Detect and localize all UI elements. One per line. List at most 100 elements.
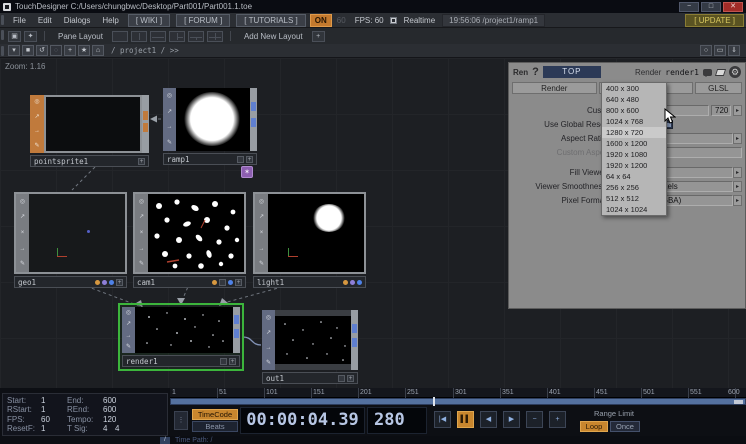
loop-button[interactable]: Loop [580, 421, 608, 432]
pane-dropdown-icon[interactable]: ⇓ [728, 45, 740, 56]
viewer-flag-icon[interactable]: ◎ [167, 93, 172, 99]
expand-parameters-button[interactable]: + [235, 279, 242, 286]
layout-preset-left-split[interactable] [169, 31, 185, 42]
stop-icon[interactable]: ■ [22, 45, 34, 56]
forum-button[interactable]: [ FORUM ] [176, 14, 230, 27]
node-flag-column[interactable]: ◎ ↗ × → ✎ [16, 194, 29, 272]
once-button[interactable]: Once [610, 421, 640, 432]
realtime-checkbox[interactable] [390, 17, 397, 24]
tempo-value[interactable]: 120 [103, 415, 125, 424]
op-name-field[interactable]: render1 [665, 68, 699, 77]
favorite-icon[interactable]: ★ [78, 45, 90, 56]
pane-window-icon[interactable]: ▣ [8, 31, 21, 42]
sync-icon[interactable]: ○ [50, 45, 62, 56]
node-name-bar[interactable]: ramp1 + [163, 153, 257, 165]
menu-item-400x300[interactable]: 400 x 300 [602, 83, 666, 94]
add-icon[interactable]: + [64, 45, 76, 56]
menu-item-1024x1024[interactable]: 1024 x 1024 [602, 204, 666, 215]
menu-item-256x256[interactable]: 256 x 256 [602, 182, 666, 193]
node-name-bar[interactable]: render1 + [122, 355, 240, 367]
output-connector[interactable] [251, 102, 256, 111]
comment-icon[interactable] [703, 69, 712, 76]
end-value[interactable]: 600 [103, 396, 125, 405]
render-flag-icon[interactable]: ↗ [266, 330, 271, 336]
viewer-flag-icon[interactable]: ◎ [34, 99, 39, 105]
node-flag-column[interactable]: ◎ ↗ → ✎ [163, 88, 176, 151]
menu-item-1920x1200[interactable]: 1920 x 1200 [602, 160, 666, 171]
op-family-button[interactable]: TOP [543, 66, 601, 78]
node-name-bar[interactable]: out1 + [262, 372, 358, 384]
pane-circle-icon[interactable]: ○ [700, 45, 712, 56]
viewer-flag-icon[interactable]: ◎ [259, 199, 264, 205]
menu-item-1280x720[interactable]: 1280 x 720 [602, 127, 666, 138]
frame-display[interactable]: 280 [367, 407, 427, 434]
smoothness-menu-button[interactable]: ▸ [733, 181, 742, 192]
node-viewer[interactable] [268, 194, 364, 272]
expand-parameters-button[interactable]: + [116, 279, 123, 286]
step-forward-button[interactable]: + [549, 411, 566, 428]
output-connector[interactable] [234, 315, 239, 324]
tutorials-button[interactable]: [ TUTORIALS ] [236, 14, 306, 27]
resolution-menu-button[interactable]: ▸ [733, 105, 742, 116]
display-flag-icon[interactable]: → [34, 128, 40, 134]
format-menu-button[interactable]: ▸ [733, 195, 742, 206]
display-dot[interactable] [350, 280, 355, 285]
bypass-flag-icon[interactable]: × [140, 230, 144, 236]
viewer-flag-icon[interactable]: ◎ [20, 199, 25, 205]
menu-item-64x64[interactable]: 64 x 64 [602, 171, 666, 182]
gear-icon[interactable]: ⚙ [729, 66, 741, 78]
output-connector[interactable] [352, 324, 357, 333]
menu-help[interactable]: Help [97, 16, 123, 25]
step-back-button[interactable]: − [526, 411, 543, 428]
render-dot[interactable] [212, 280, 217, 285]
render-flag-icon[interactable]: ↗ [126, 321, 131, 327]
wiki-button[interactable]: [ WIKI ] [128, 14, 170, 27]
tab-glsl[interactable]: GLSL [695, 82, 742, 94]
panebar-grip[interactable] [1, 30, 4, 40]
node-flag-column[interactable]: ◎ ↗ × → ✎ [255, 194, 268, 272]
node-name-bar[interactable]: pointsprite1 + [30, 155, 149, 167]
eraser-icon[interactable] [715, 69, 726, 76]
aspect-menu-button[interactable]: ▸ [733, 133, 742, 144]
expand-parameters-button[interactable]: + [246, 156, 253, 163]
node-viewer[interactable] [176, 88, 250, 151]
node-render1-selected[interactable]: ◎ ↗ → ✎ render1 + [118, 303, 244, 371]
node-out1[interactable]: ◎ ↗ → ✎ out1 + [262, 310, 358, 384]
pick-flag-icon[interactable]: ✎ [139, 261, 144, 267]
node-ramp1[interactable]: ◎ ↗ → ✎ ramp1 + ✶ [163, 88, 257, 165]
pathbar-grip[interactable] [1, 46, 4, 56]
node-viewer[interactable] [44, 95, 142, 153]
playhead[interactable] [433, 397, 435, 406]
timecode-mode-button[interactable]: TimeCode [192, 409, 238, 420]
node-output-strip[interactable] [250, 88, 257, 151]
output-connector[interactable] [143, 111, 148, 120]
beats-mode-button[interactable]: Beats [192, 421, 238, 432]
menu-file[interactable]: File [8, 16, 31, 25]
menu-item-640x480[interactable]: 640 x 480 [602, 94, 666, 105]
pick-dot[interactable] [357, 280, 362, 285]
language-badge-icon[interactable]: ✶ [241, 166, 253, 178]
menu-dialogs[interactable]: Dialogs [59, 16, 96, 25]
viewer-flag-icon[interactable]: ◎ [126, 310, 131, 316]
pick-dot[interactable] [109, 280, 114, 285]
flag-button[interactable] [338, 375, 345, 382]
menu-edit[interactable]: Edit [33, 16, 57, 25]
display-flag-icon[interactable]: → [126, 333, 132, 339]
expand-parameters-button[interactable]: + [229, 358, 236, 365]
fill-menu-button[interactable]: ▸ [733, 167, 742, 178]
pick-flag-icon[interactable]: ✎ [167, 140, 172, 146]
time-path-root-button[interactable]: / [160, 437, 170, 444]
tsig-denominator[interactable]: 4 [115, 424, 127, 433]
tab-render[interactable]: Render [512, 82, 597, 94]
render-flag-icon[interactable]: ↗ [259, 214, 264, 220]
viewer-flag-icon[interactable]: ◎ [266, 315, 271, 321]
node-pointsprite1[interactable]: ◎ ↗ → ✎ pointsprite1 + [30, 95, 149, 167]
menu-item-1600x1200[interactable]: 1600 x 1200 [602, 138, 666, 149]
node-light1[interactable]: ◎ ↗ × → ✎ light1 [253, 192, 366, 288]
node-flag-column[interactable]: ◎ ↗ → ✎ [30, 95, 44, 153]
pane-pointer-icon[interactable]: ✦ [24, 31, 37, 42]
node-output-strip[interactable] [233, 307, 240, 353]
node-viewer[interactable] [148, 194, 244, 272]
display-flag-icon[interactable]: → [266, 345, 272, 351]
resetf-value[interactable]: 1 [41, 424, 67, 433]
